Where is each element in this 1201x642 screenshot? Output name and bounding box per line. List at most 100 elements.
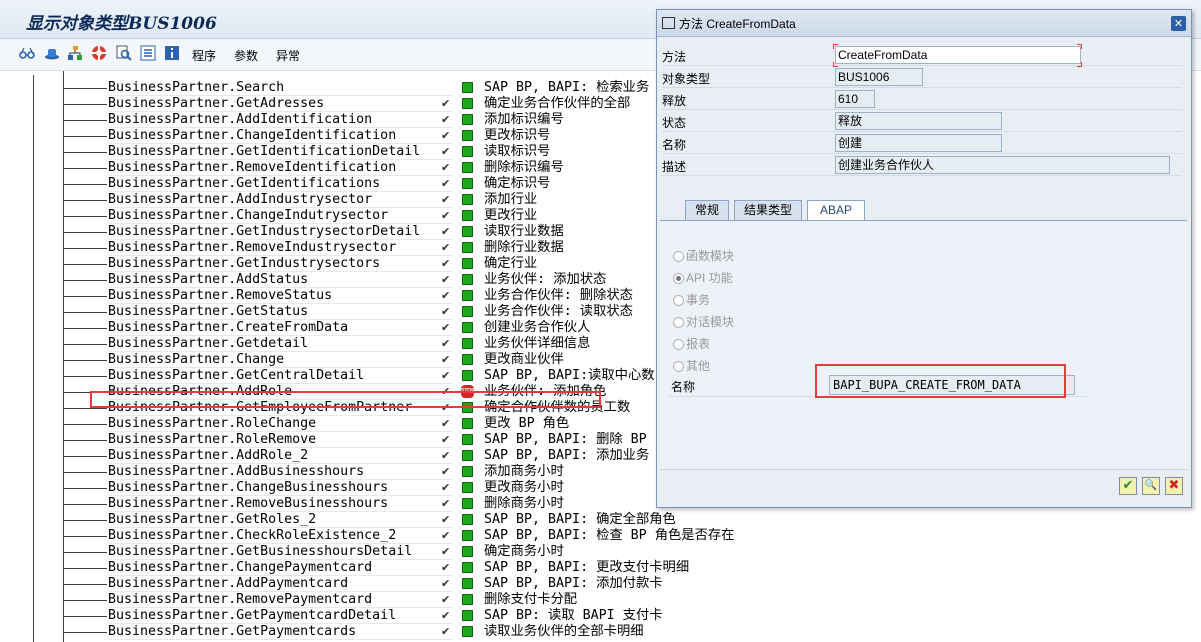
radio-report[interactable]: 报表 [673,335,710,352]
status-field[interactable]: 释放 [835,112,1002,130]
menu-parameters[interactable]: 参数 [234,47,258,64]
radio-button[interactable] [673,317,684,328]
method-name[interactable]: BusinessPartner.ChangeIdentification [108,128,440,144]
method-name[interactable]: BusinessPartner.CheckRoleExistence_2 [108,528,440,544]
method-name[interactable]: BusinessPartner.AddPaymentcard [108,576,440,592]
green-status-icon [462,514,473,525]
tree-branch-line [63,584,107,585]
method-name[interactable]: BusinessPartner.AddBusinesshours [108,464,440,480]
method-name[interactable]: BusinessPartner.GetStatus [108,304,440,320]
method-name[interactable]: BusinessPartner.AddRole_2 [108,448,440,464]
method-name[interactable]: BusinessPartner.GetIndustrysectorDetail [108,224,440,240]
menu-program[interactable]: 程序 [192,47,216,64]
method-name[interactable]: BusinessPartner.GetAdresses [108,96,440,112]
green-status-icon [462,226,473,237]
method-name[interactable]: BusinessPartner.GetIdentifications [108,176,440,192]
method-name[interactable]: BusinessPartner.Search [108,80,440,96]
dialog-footer: ✔ 🔍 ✖ [657,465,1191,507]
radio-button-selected[interactable] [673,273,684,284]
glasses-icon[interactable] [19,45,35,61]
object-type-field[interactable]: BUS1006 [835,68,923,86]
method-name[interactable]: BusinessPartner.RoleRemove [108,432,440,448]
list-icon[interactable] [140,45,156,61]
method-name[interactable]: BusinessPartner.ChangeBusinesshours [108,480,440,496]
green-status-icon [462,306,473,317]
table-row[interactable]: BusinessPartner.ChangePaymentcard ✔ SAP BP… [0,560,1201,576]
method-name[interactable]: BusinessPartner.GetRoles_2 [108,512,440,528]
method-name[interactable]: BusinessPartner.RemoveIndustrysector [108,240,440,256]
method-name[interactable]: BusinessPartner.ChangeIndutrysector [108,208,440,224]
check-icon: ✔ [441,161,451,174]
method-name[interactable]: BusinessPartner.RemovePaymentcard [108,592,440,608]
method-description: 业务合作伙伴: 删除状态 [484,288,633,303]
check-icon: ✔ [441,593,451,606]
method-description: SAP BP, BAPI: 更改支付卡明细 [484,560,690,575]
method-description: SAP BP: 读取 BAPI 支付卡 [484,608,663,623]
hat-icon[interactable] [44,45,60,61]
method-name[interactable]: BusinessPartner.RoleChange [108,416,440,432]
hierarchy-icon[interactable] [67,45,83,61]
close-icon[interactable]: ✕ [1171,16,1186,31]
name-field[interactable]: 创建 [835,134,1002,152]
check-icon: ✔ [441,513,451,526]
radio-button[interactable] [673,295,684,306]
green-status-icon [462,210,473,221]
tab-general[interactable]: 常规 [685,200,729,220]
method-name[interactable]: BusinessPartner.ChangePaymentcard [108,560,440,576]
method-description: 读取行业数据 [484,224,564,239]
info-icon[interactable] [164,45,180,61]
field-separator [662,175,1182,176]
method-name[interactable]: BusinessPartner.GetPaymentcardDetail [108,608,440,624]
table-row[interactable]: BusinessPartner.GetPaymentcards ✔ 读取业务伙伴的全… [0,624,1201,640]
radio-other[interactable]: 其他 [673,357,710,374]
tree-branch-line [63,88,107,89]
tab-result-type[interactable]: 结果类型 [734,200,802,220]
green-status-icon [462,322,473,333]
tab-abap[interactable]: ABAP [807,200,865,220]
method-description: 添加行业 [484,192,538,207]
method-name[interactable]: BusinessPartner.AddIdentification [108,112,440,128]
cancel-button[interactable]: ✖ [1165,477,1183,495]
radio-function-module[interactable]: 函数模块 [673,247,734,264]
table-row[interactable]: BusinessPartner.GetPaymentcardDetail ✔ SAP… [0,608,1201,624]
method-name[interactable]: BusinessPartner.CreateFromData [108,320,440,336]
method-name[interactable]: BusinessPartner.GetIdentificationDetail [108,144,440,160]
description-field[interactable]: 创建业务合作伙人 [835,156,1170,174]
radio-dialog-module[interactable]: 对话模块 [673,313,734,330]
method-name[interactable]: BusinessPartner.GetCentralDetail [108,368,440,384]
method-name[interactable]: BusinessPartner.AddStatus [108,272,440,288]
green-status-icon [462,338,473,349]
menu-exceptions[interactable]: 异常 [276,47,300,64]
search-doc-icon[interactable] [116,45,132,61]
table-row[interactable]: BusinessPartner.CheckRoleExistence_2 ✔ SAP… [0,528,1201,544]
method-name[interactable]: BusinessPartner.AddIndustrysector [108,192,440,208]
table-row[interactable]: BusinessPartner.GetBusinesshoursDetail ✔ 确… [0,544,1201,560]
check-icon: ✔ [441,481,451,494]
green-status-icon [462,626,473,637]
search-button[interactable]: 🔍 [1142,477,1160,495]
method-name[interactable]: BusinessPartner.RemoveIdentification [108,160,440,176]
tree-branch-line [63,328,107,329]
radio-button[interactable] [673,251,684,262]
lifebuoy-icon[interactable] [91,45,107,61]
radio-label: 函数模块 [686,249,735,263]
tree-branch-line [63,232,107,233]
method-name[interactable]: BusinessPartner.RemoveStatus [108,288,440,304]
table-row[interactable]: BusinessPartner.RemovePaymentcard ✔ 删除支付卡分… [0,592,1201,608]
table-row[interactable]: BusinessPartner.AddPaymentcard ✔ SAP BP, B… [0,576,1201,592]
table-row[interactable]: BusinessPartner.GetRoles_2 ✔ SAP BP, BAPI:… [0,512,1201,528]
method-name[interactable]: BusinessPartner.Getdetail [108,336,440,352]
release-field[interactable]: 610 [835,90,875,108]
confirm-button[interactable]: ✔ [1119,477,1137,495]
method-name[interactable]: BusinessPartner.GetPaymentcards [108,624,440,640]
tree-branch-line [63,280,107,281]
method-name[interactable]: BusinessPartner.Change [108,352,440,368]
radio-transaction[interactable]: 事务 [673,291,710,308]
tree-branch-line [63,520,107,521]
method-name[interactable]: BusinessPartner.RemoveBusinesshours [108,496,440,512]
method-name[interactable]: BusinessPartner.GetBusinesshoursDetail [108,544,440,560]
radio-button[interactable] [673,339,684,350]
method-name[interactable]: BusinessPartner.GetIndustrysectors [108,256,440,272]
radio-api-function[interactable]: API 功能 [673,269,733,286]
radio-button[interactable] [673,361,684,372]
